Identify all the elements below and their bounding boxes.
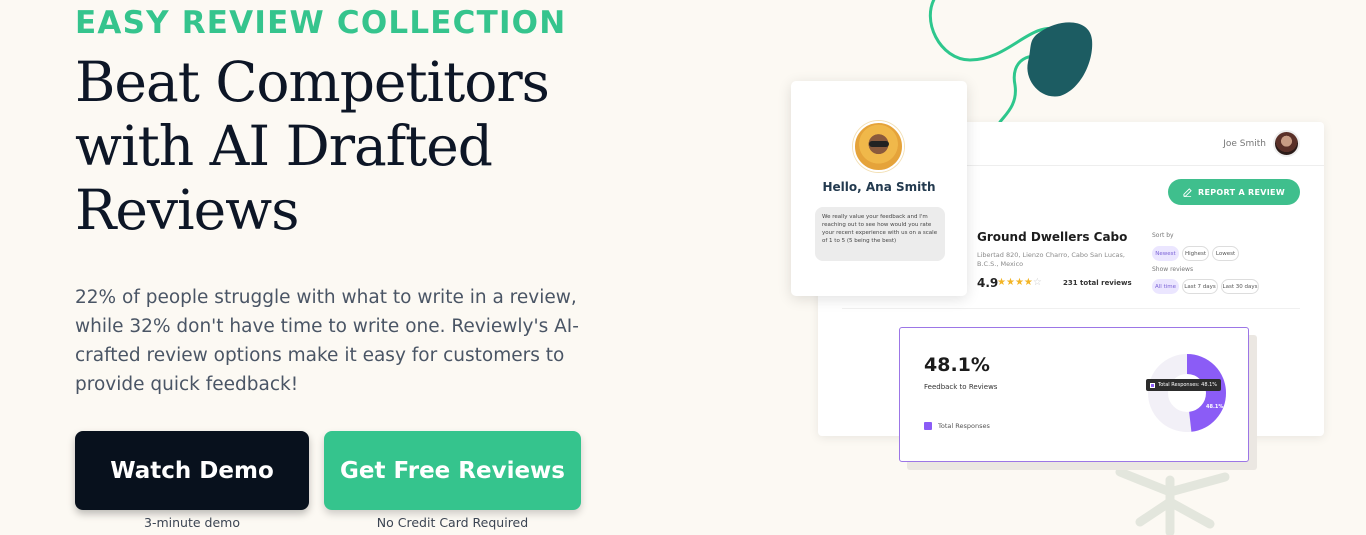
headline-line-3: Reviews <box>75 178 299 242</box>
headline-line-1: Beat Competitors <box>75 50 550 114</box>
total-reviews: 231 total reviews <box>1063 279 1132 287</box>
sort-chip-newest[interactable]: Newest <box>1152 246 1179 261</box>
customer-message-card: Hello, Ana Smith We really value your fe… <box>791 81 967 296</box>
headline-line-2: with AI Drafted <box>75 114 493 178</box>
stats-legend: Total Responses <box>924 422 990 430</box>
show-chip-last-7-days[interactable]: Last 7 days <box>1182 279 1218 294</box>
business-name: Ground Dwellers Cabo <box>977 230 1128 244</box>
donut-percent-label: 48.1% <box>1206 404 1224 410</box>
legend-label: Total Responses <box>938 422 990 430</box>
business-card: Ground Dwellers Cabo Libertad 820, Lienz… <box>968 220 1298 306</box>
response-donut-chart <box>1148 354 1226 432</box>
star-icon: ★ <box>997 277 1006 288</box>
donut-tooltip: Total Responses: 48.1% <box>1146 379 1222 391</box>
show-chip-all-time[interactable]: All time <box>1152 279 1179 294</box>
star-icon: ★ <box>1005 277 1015 288</box>
decorative-leaf-shape <box>1115 467 1230 535</box>
get-free-reviews-button[interactable]: Get Free Reviews <box>324 431 581 510</box>
sort-chip-lowest[interactable]: Lowest <box>1212 246 1239 261</box>
eyebrow-text: EASY REVIEW COLLECTION <box>75 5 567 41</box>
legend-swatch <box>924 422 932 430</box>
star-empty-icon: ☆ <box>1032 277 1042 288</box>
hero-headline: Beat Competitors with AI Drafted Reviews <box>75 50 695 242</box>
decorative-blob <box>1027 22 1093 97</box>
customer-avatar <box>853 121 904 172</box>
show-reviews-label: Show reviews <box>1152 266 1194 273</box>
watch-demo-button[interactable]: Watch Demo <box>75 431 309 510</box>
tooltip-swatch <box>1150 382 1155 388</box>
pencil-icon <box>1183 187 1192 197</box>
divider <box>842 308 1300 309</box>
demo-caption: 3-minute demo <box>144 515 240 530</box>
sort-chip-highest[interactable]: Highest <box>1182 246 1209 261</box>
report-review-label: REPORT A REVIEW <box>1198 187 1285 197</box>
user-avatar[interactable] <box>1273 130 1300 157</box>
show-chip-last-30-days[interactable]: Last 30 days <box>1221 279 1259 294</box>
business-address: Libertad 820, Lienzo Charro, Cabo San Lu… <box>977 251 1125 268</box>
stats-percent: 48.1% <box>924 354 990 376</box>
rating-stars: ★★★★☆ <box>997 277 1042 288</box>
hero-body: 22% of people struggle with what to writ… <box>75 287 579 395</box>
message-bubble: We really value your feedback and I'm re… <box>815 207 945 261</box>
stats-label: Feedback to Reviews <box>924 383 998 391</box>
report-review-button[interactable]: REPORT A REVIEW <box>1168 179 1300 205</box>
free-caption: No Credit Card Required <box>376 515 529 530</box>
tooltip-text: Total Responses: 48.1% <box>1158 382 1218 388</box>
sort-label: Sort by <box>1152 232 1174 239</box>
business-rating: 4.9 <box>977 276 999 290</box>
user-name: Joe Smith <box>1223 139 1266 149</box>
star-icon: ★ <box>1014 277 1024 288</box>
star-icon: ★ <box>1023 277 1033 288</box>
greeting: Hello, Ana Smith <box>822 180 936 194</box>
feedback-stats-card: 48.1% Feedback to Reviews Total Response… <box>899 327 1249 462</box>
